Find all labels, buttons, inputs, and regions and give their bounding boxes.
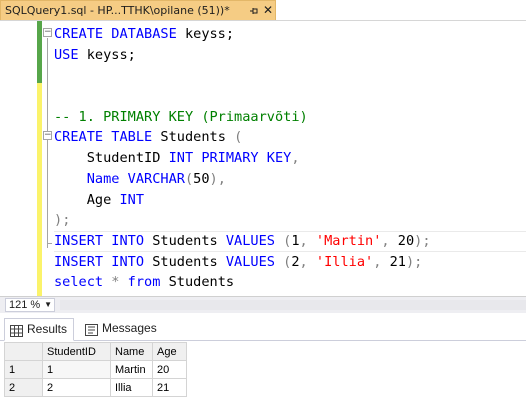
- grid-cell[interactable]: Illia: [110, 378, 153, 397]
- grid-cell[interactable]: 2: [42, 378, 111, 397]
- code-token: ,: [381, 232, 398, 249]
- zoom-value: 121 %: [9, 299, 41, 311]
- code-token: (: [274, 253, 292, 270]
- code-line[interactable]: [54, 65, 526, 86]
- code-token: 20: [397, 232, 415, 249]
- zoom-dropdown[interactable]: 121 % ▼: [5, 298, 55, 312]
- code-line[interactable]: [54, 86, 526, 107]
- column-header[interactable]: Age: [152, 342, 187, 361]
- code-token: ),: [209, 170, 226, 187]
- code-token: StudentID: [54, 150, 169, 167]
- close-icon[interactable]: ✕: [261, 1, 275, 20]
- query-document-tab[interactable]: SQLQuery1.sql - HP...TTHK\opilane (51))*…: [0, 0, 276, 20]
- code-line[interactable]: Name VARCHAR(50),: [54, 169, 526, 190]
- outline-end-tick: [47, 243, 52, 244]
- code-token: CREATE TABLE: [54, 129, 153, 146]
- code-token: 1: [291, 232, 300, 249]
- code-line[interactable]: INSERT INTO Students VALUES (1, 'Martin'…: [54, 230, 526, 252]
- tab-title: SQLQuery1.sql - HP...TTHK\opilane (51))*: [5, 4, 230, 17]
- code-token: INSERT INTO: [54, 232, 145, 249]
- grid-cell[interactable]: Martin: [110, 360, 153, 379]
- code-token: 50: [193, 170, 210, 187]
- code-token: INT PRIMARY KEY: [168, 150, 292, 167]
- tab-messages[interactable]: Messages: [80, 318, 163, 341]
- outlining-margin: − −: [42, 21, 53, 296]
- messages-icon: [85, 322, 98, 336]
- sql-editor[interactable]: − − CREATE DATABASE keyss; USE keyss; -- …: [0, 20, 526, 296]
- code-line[interactable]: INSERT INTO Students VALUES (2, 'Illia',…: [54, 252, 526, 273]
- code-token: ,: [373, 253, 390, 270]
- code-line[interactable]: select * from Students: [54, 272, 526, 293]
- code-token: Name: [54, 170, 128, 187]
- code-line[interactable]: CREATE TABLE Students (: [54, 127, 526, 148]
- outline-line: [47, 38, 48, 248]
- code-token: keyss;: [78, 46, 136, 63]
- code-token: from: [127, 274, 161, 291]
- code-token: VARCHAR: [127, 170, 185, 187]
- code-line[interactable]: Age INT: [54, 190, 526, 211]
- tab-messages-label: Messages: [102, 321, 157, 335]
- code-token: Students: [152, 129, 235, 146]
- document-tab-strip: SQLQuery1.sql - HP...TTHK\opilane (51))*…: [0, 0, 526, 20]
- code-token: INT: [119, 191, 145, 208]
- code-token: select: [54, 274, 104, 291]
- tab-results-label: Results: [27, 322, 68, 336]
- grid-icon: [10, 323, 23, 337]
- code-token: );: [414, 232, 431, 249]
- code-line[interactable]: -- 1. PRIMARY KEY (Primaarvõti): [54, 107, 526, 128]
- editor-status-bar: 121 % ▼: [0, 296, 526, 313]
- code-token: -- 1. PRIMARY KEY (Primaarvõti): [54, 108, 308, 125]
- code-token: 'Illia': [315, 253, 374, 270]
- selection-margin: [0, 21, 36, 296]
- code-token: ,: [291, 150, 300, 167]
- results-grid-area: StudentID Name Age 1 1 Martin 20 2 2 Ill…: [0, 341, 526, 409]
- code-token: (: [274, 232, 292, 249]
- code-token: );: [405, 253, 423, 270]
- code-token: VALUES: [225, 253, 275, 270]
- code-line[interactable]: );: [54, 210, 526, 231]
- code-token: 'Martin': [315, 232, 382, 249]
- table-row[interactable]: 2 2 Illia 21: [4, 378, 187, 397]
- column-header[interactable]: StudentID: [42, 342, 111, 361]
- code-line[interactable]: StudentID INT PRIMARY KEY,: [54, 148, 526, 169]
- results-tab-strip: Results Messages: [0, 313, 526, 341]
- code-line[interactable]: USE keyss;: [54, 45, 526, 66]
- code-token: 2: [291, 253, 300, 270]
- horizontal-scrollbar[interactable]: [60, 300, 526, 310]
- code-token: ): [54, 212, 63, 229]
- grid-corner-cell[interactable]: [4, 342, 43, 361]
- code-token: Students: [144, 253, 226, 270]
- code-token: Age: [54, 191, 120, 208]
- table-row[interactable]: 1 1 Martin 20: [4, 360, 187, 379]
- results-grid[interactable]: StudentID Name Age 1 1 Martin 20 2 2 Ill…: [4, 342, 187, 397]
- code-text[interactable]: CREATE DATABASE keyss; USE keyss; -- 1. P…: [54, 24, 526, 293]
- grid-cell[interactable]: 21: [152, 378, 187, 397]
- code-token: (: [234, 129, 243, 146]
- row-number[interactable]: 2: [4, 378, 43, 397]
- tab-results[interactable]: Results: [4, 318, 75, 341]
- code-token: ;: [62, 212, 71, 229]
- code-token: Students: [144, 232, 226, 249]
- code-token: CREATE DATABASE: [54, 26, 177, 42]
- code-line[interactable]: CREATE DATABASE keyss;: [54, 24, 526, 45]
- code-token: (: [184, 170, 194, 187]
- code-token: VALUES: [225, 232, 275, 249]
- grid-cell[interactable]: 1: [42, 360, 111, 379]
- code-token: INSERT INTO: [54, 253, 145, 270]
- code-token: ,: [299, 253, 316, 270]
- code-token: Students: [160, 274, 235, 291]
- row-number[interactable]: 1: [4, 360, 43, 379]
- column-header[interactable]: Name: [110, 342, 153, 361]
- collapse-region-icon[interactable]: −: [43, 28, 52, 37]
- collapse-region-icon[interactable]: −: [43, 131, 52, 140]
- chevron-down-icon[interactable]: ▼: [44, 299, 52, 311]
- code-token: keyss;: [176, 26, 235, 42]
- code-token: ,: [299, 232, 316, 249]
- grid-cell[interactable]: 20: [152, 360, 187, 379]
- pin-icon[interactable]: [247, 1, 261, 20]
- code-token: 21: [389, 253, 406, 270]
- code-token: USE: [54, 46, 79, 63]
